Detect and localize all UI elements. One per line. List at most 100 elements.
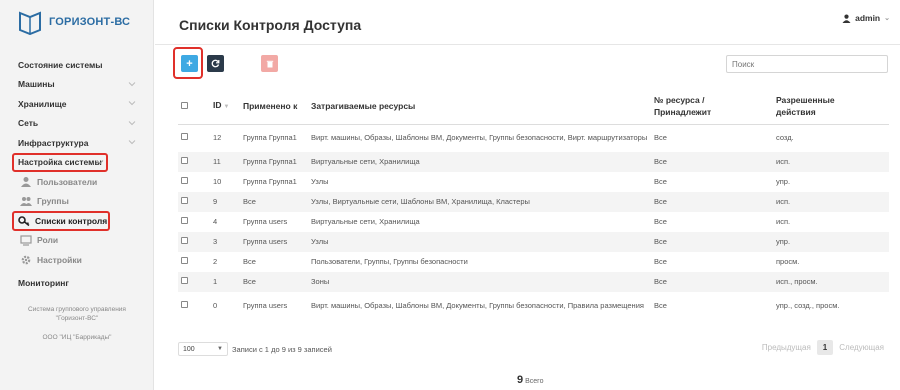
cell-applies: Группа users [240,232,308,252]
cell-applies: Группа Группа1 [243,133,297,143]
sidebar-subitem-label: Настройки [37,254,82,265]
cell-owner: Все [654,177,667,186]
cell-applies: Группа Группа1 [243,177,297,186]
chevron-down-icon [128,140,136,145]
column-header-id[interactable]: ID ▼ [210,88,240,125]
row-checkbox[interactable] [181,301,188,308]
sidebar-item-machines[interactable]: Машины [0,75,154,95]
sidebar-item-label: Инфраструктура [18,137,89,148]
row-select [178,272,210,292]
column-header-actions[interactable]: Разрешенные действия [773,88,889,125]
row-select [178,172,210,192]
chevron-down-icon: ▼ [217,346,223,352]
records-info: Записи с 1 до 9 из 9 записей [232,345,332,354]
cell-applies: Группа users [243,301,288,310]
sidebar-item-monitoring[interactable]: Мониторинг [18,278,69,288]
column-label: Применено к [243,100,298,111]
table-header-row: ID ▼ Применено к Затрагиваемые ресурсы № … [178,88,889,125]
cell-owner: Все [651,232,773,252]
row-checkbox[interactable] [181,177,188,184]
refresh-icon [211,59,220,68]
sidebar-item-label: Хранилище [18,98,67,109]
page-length-value: 100 [183,345,195,353]
sidebar-subitem-groups[interactable]: Группы [0,192,154,212]
pagination: Предыдущая 1 Следующая [762,340,884,355]
chevron-down-icon: ⌄ [884,15,890,22]
cell-applies: Все [243,257,256,266]
sidebar-subitem-settings[interactable]: Настройки [0,250,154,270]
cell-id: 1 [210,272,240,292]
sidebar-item-network[interactable]: Сеть [0,114,154,134]
cell-owner: Все [654,257,667,266]
brand-name: ГОРИЗОНТ-ВС [49,16,131,28]
sidebar-subitem-label: Группы [37,196,69,207]
select-all-header [178,88,210,125]
cell-id: 2 [213,257,218,266]
search-input[interactable] [726,55,888,73]
sidebar-subitem-acl[interactable]: Списки контроля [12,211,110,231]
chevron-down-icon [96,159,104,164]
cell-resources: Виртуальные сети, Хранилища [308,152,651,172]
cell-id: 12 [213,133,222,143]
trash-icon [266,60,273,67]
chevron-down-icon [128,120,136,125]
add-button[interactable]: + [181,55,198,72]
sidebar-item-infrastructure[interactable]: Инфраструктура [0,133,154,153]
table-row[interactable]: 1 Все Зоны Все исп., просм. [178,272,889,292]
row-checkbox[interactable] [181,277,188,284]
table-row[interactable]: 9 Все Узлы, Виртуальные сети, Шаблоны ВМ… [178,192,889,212]
select-all-checkbox[interactable] [181,101,188,109]
monitor-icon [20,234,32,246]
row-select [178,212,210,232]
table-row[interactable]: 2 Все Пользователи, Группы, Группы безоп… [178,252,889,272]
column-header-applies[interactable]: Применено к [240,88,308,125]
cell-resources: Узлы [311,177,329,186]
row-select [178,192,210,212]
sidebar-item-system-settings[interactable]: Настройка системы [12,152,108,172]
column-header-owner[interactable]: № ресурса / Принадлежит [651,88,773,125]
sidebar-item-storage[interactable]: Хранилище [0,94,154,114]
sidebar: ГОРИЗОНТ-ВС Состояние системы Машины Хра… [0,0,154,390]
row-checkbox[interactable] [181,157,188,164]
key-icon [18,215,30,227]
table-row[interactable]: 0 Группа users Вирт. машины, Образы, Шаб… [178,292,889,320]
table-row[interactable]: 11 Группа Группа1 Виртуальные сети, Хран… [178,152,889,172]
row-checkbox[interactable] [181,197,188,204]
column-header-resources[interactable]: Затрагиваемые ресурсы [308,88,651,125]
table-row[interactable]: 12 Группа Группа1 Вирт. машины, Образы, … [178,124,889,152]
user-name: admin [855,13,881,23]
table-row[interactable]: 10 Группа Группа1 Узлы Все упр. [178,172,889,192]
cell-owner: Все [654,133,667,143]
row-select [178,232,210,252]
delete-button[interactable] [261,55,278,72]
sidebar-subitem-users[interactable]: Пользователи [0,172,154,192]
page-title: Списки Контроля Доступа [179,17,362,33]
prev-page-button[interactable]: Предыдущая [762,343,811,352]
cell-resources: Узлы, Виртуальные сети, Шаблоны ВМ, Хран… [308,192,651,212]
table-row[interactable]: 4 Группа users Виртуальные сети, Хранили… [178,212,889,232]
row-checkbox[interactable] [181,133,188,141]
sidebar-item-system-status[interactable]: Состояние системы [0,55,154,75]
row-checkbox[interactable] [181,257,188,264]
row-checkbox[interactable] [181,217,188,224]
row-checkbox[interactable] [181,237,188,244]
table-row[interactable]: 3 Группа users Узлы Все упр. [178,232,889,252]
sidebar-subitem-roles[interactable]: Роли [0,231,154,251]
cell-actions: упр. [773,232,889,252]
row-select [178,152,210,172]
page-length-select[interactable]: 100 ▼ [178,342,228,356]
sidebar-item-label: Состояние системы [18,59,103,70]
cell-applies: Все [240,272,308,292]
logo[interactable]: ГОРИЗОНТ-ВС [17,9,130,35]
refresh-button[interactable] [207,55,224,72]
next-page-button[interactable]: Следующая [839,343,884,352]
user-menu[interactable]: admin ⌄ [842,13,890,23]
cell-id: 4 [213,217,218,226]
cell-actions: исп. [776,217,791,226]
cell-id: 0 [213,301,218,310]
page-button-current[interactable]: 1 [816,340,834,355]
groups-icon [20,195,32,207]
cell-id: 3 [210,232,240,252]
column-label: Разрешенные действия [776,94,835,117]
cell-resources: Узлы [308,232,651,252]
